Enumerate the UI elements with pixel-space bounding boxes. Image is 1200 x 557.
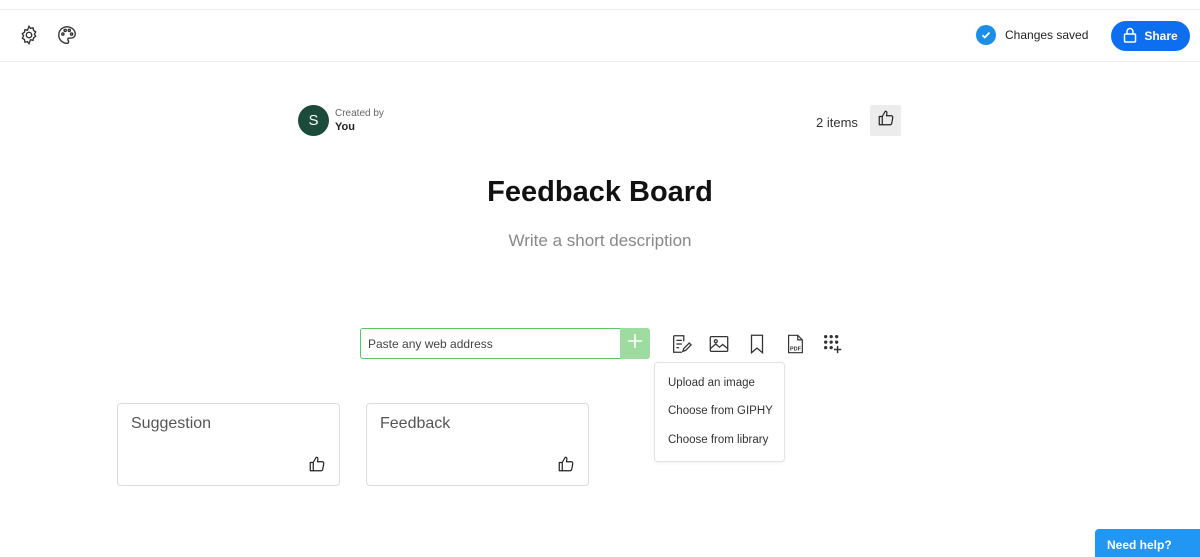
thumbs-up-icon xyxy=(877,109,895,132)
thumbs-up-icon[interactable] xyxy=(557,455,575,473)
board-title[interactable]: Feedback Board xyxy=(0,176,1200,209)
menu-item-choose-library[interactable]: Choose from library xyxy=(668,434,768,446)
add-url-button[interactable] xyxy=(620,328,650,359)
board-like-button[interactable] xyxy=(870,105,901,136)
share-label: Share xyxy=(1144,29,1178,43)
creator-name: You xyxy=(335,121,355,133)
created-by-label: Created by xyxy=(335,108,384,119)
check-circle-icon xyxy=(976,25,996,45)
note-icon[interactable] xyxy=(670,333,692,355)
thumbs-up-icon[interactable] xyxy=(308,455,326,473)
board-card[interactable]: Feedback xyxy=(366,403,589,486)
menu-item-choose-giphy[interactable]: Choose from GIPHY xyxy=(668,405,773,417)
plus-icon xyxy=(628,334,642,353)
palette-icon[interactable] xyxy=(56,24,78,46)
svg-text:PDF: PDF xyxy=(790,346,802,352)
save-status: Changes saved xyxy=(976,25,1088,45)
card-title: Suggestion xyxy=(131,415,212,432)
lock-icon xyxy=(1123,27,1137,46)
board-description[interactable]: Write a short description xyxy=(0,231,1200,251)
header-bar: Changes saved Share xyxy=(0,10,1200,62)
need-help-button[interactable]: Need help? xyxy=(1095,529,1200,557)
url-input[interactable] xyxy=(360,328,620,359)
pdf-icon[interactable]: PDF xyxy=(784,333,806,355)
share-button[interactable]: Share xyxy=(1111,21,1190,51)
bookmark-icon[interactable] xyxy=(746,333,768,355)
image-icon[interactable] xyxy=(708,333,730,355)
menu-item-upload-image[interactable]: Upload an image xyxy=(668,377,755,389)
avatar: S xyxy=(298,105,329,136)
card-title: Feedback xyxy=(380,415,451,432)
image-options-menu: Upload an image Choose from GIPHY Choose… xyxy=(654,362,785,462)
gear-icon[interactable] xyxy=(18,24,40,46)
items-count: 2 items xyxy=(816,115,858,130)
save-status-text: Changes saved xyxy=(1005,28,1089,42)
board-card[interactable]: Suggestion xyxy=(117,403,340,486)
apps-add-icon[interactable] xyxy=(822,333,844,355)
